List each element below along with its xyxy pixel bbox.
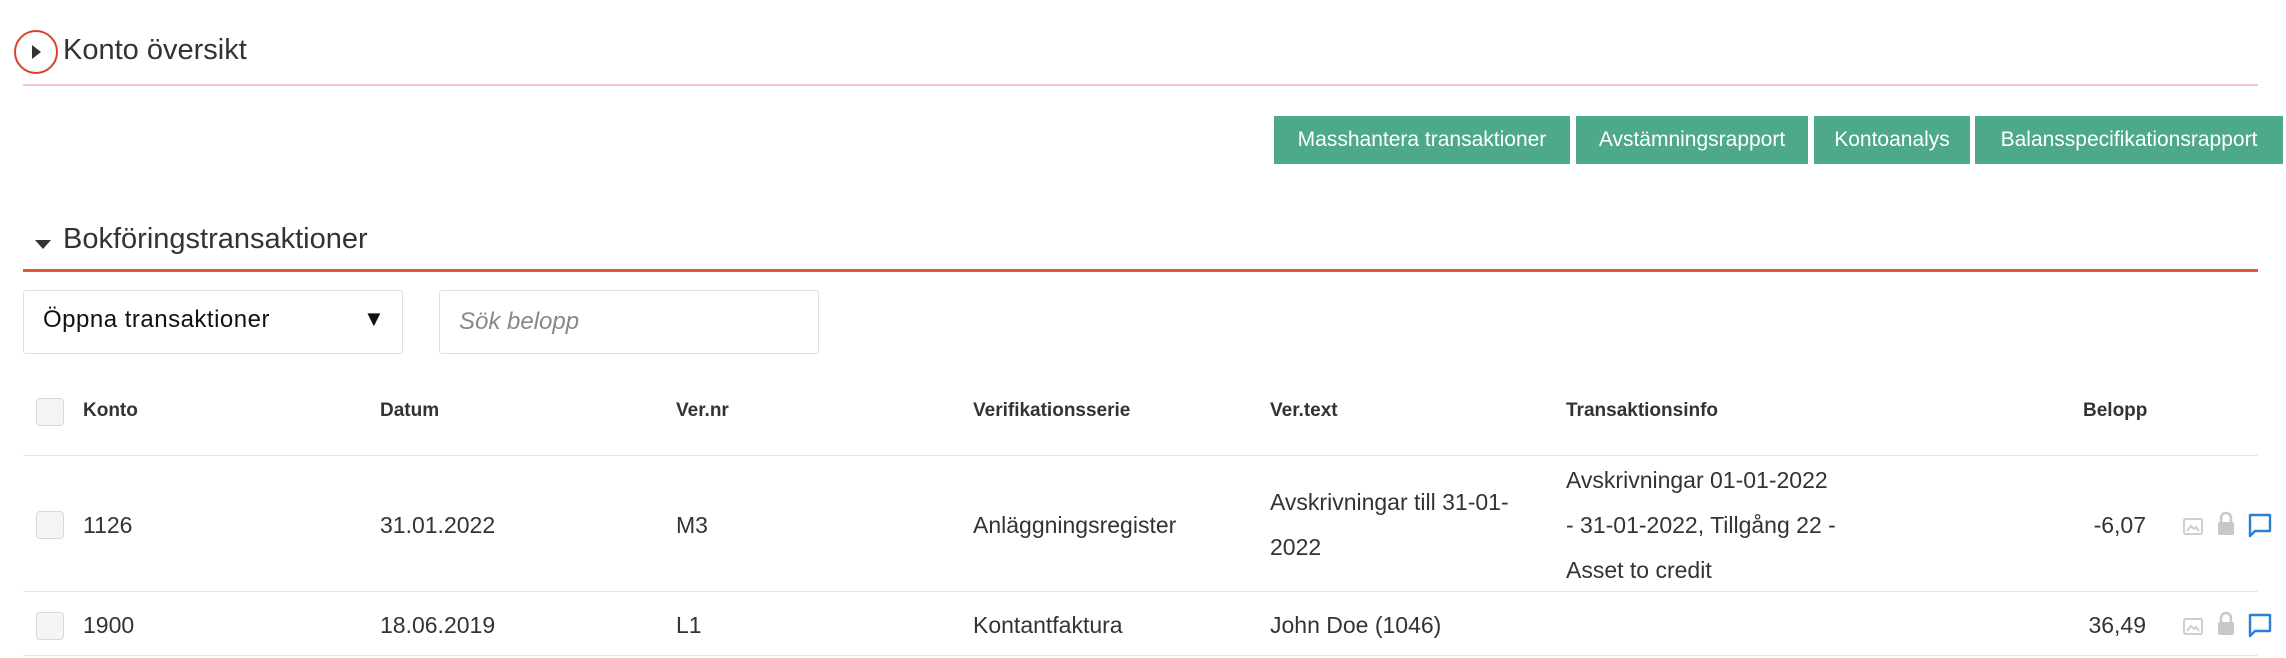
overview-toggle[interactable] bbox=[14, 30, 58, 74]
cell-vertext-line: 2022 bbox=[1270, 534, 1322, 560]
dropdown-arrow-icon: ▼ bbox=[363, 306, 385, 331]
row-checkbox[interactable] bbox=[36, 511, 64, 539]
cell-info-line: Asset to credit bbox=[1566, 557, 1712, 583]
cell-series: Anläggningsregister bbox=[973, 512, 1177, 538]
cell-amount: -6,07 bbox=[2093, 512, 2146, 538]
image-icon[interactable] bbox=[2181, 514, 2205, 538]
cell-vertext: Avskrivningar till 31-01- 2022 bbox=[1270, 480, 1509, 570]
cell-vertext-line: Avskrivningar till 31-01- bbox=[1270, 489, 1509, 515]
comment-icon[interactable] bbox=[2247, 512, 2273, 538]
cell-account: 1900 bbox=[83, 612, 135, 638]
cell-info-line: - 31-01-2022, Tillgång 22 - bbox=[1566, 512, 1836, 538]
table-row-divider bbox=[23, 655, 2258, 656]
amount-search-input[interactable] bbox=[439, 290, 819, 354]
overview-title: Konto översikt bbox=[63, 34, 247, 66]
image-icon[interactable] bbox=[2181, 614, 2205, 638]
column-header-vertext[interactable]: Ver.text bbox=[1270, 400, 1338, 422]
select-all-checkbox[interactable] bbox=[36, 398, 64, 426]
transactions-divider bbox=[23, 269, 2258, 272]
account-analysis-button[interactable]: Kontoanalys bbox=[1814, 116, 1970, 164]
column-header-series[interactable]: Verifikationsserie bbox=[973, 400, 1130, 422]
row-checkbox[interactable] bbox=[36, 612, 64, 640]
reconciliation-report-button[interactable]: Avstämningsrapport bbox=[1576, 116, 1808, 164]
cell-series: Kontantfaktura bbox=[973, 612, 1123, 638]
column-header-account[interactable]: Konto bbox=[83, 400, 138, 422]
cell-account: 1126 bbox=[83, 512, 133, 538]
cell-vertext: John Doe (1046) bbox=[1270, 612, 1442, 638]
column-header-info[interactable]: Transaktionsinfo bbox=[1566, 400, 1718, 422]
overview-divider bbox=[23, 84, 2258, 86]
cell-date: 31.01.2022 bbox=[380, 512, 496, 538]
cell-vernr: M3 bbox=[676, 512, 708, 538]
column-header-vernr[interactable]: Ver.nr bbox=[676, 400, 729, 422]
cell-vernr: L1 bbox=[676, 612, 702, 638]
comment-icon[interactable] bbox=[2247, 612, 2273, 638]
table-row-divider bbox=[23, 591, 2258, 592]
cell-info-line: Avskrivningar 01-01-2022 bbox=[1566, 467, 1828, 493]
transactions-toggle[interactable] bbox=[34, 237, 52, 255]
cell-date: 18.06.2019 bbox=[380, 612, 496, 638]
cell-info: Avskrivningar 01-01-2022 - 31-01-2022, T… bbox=[1566, 458, 1836, 593]
cell-amount: 36,49 bbox=[2088, 612, 2146, 638]
column-header-date[interactable]: Datum bbox=[380, 400, 439, 422]
lock-icon[interactable] bbox=[2215, 511, 2237, 537]
caret-right-icon bbox=[32, 45, 41, 59]
table-header-divider bbox=[23, 455, 2258, 456]
transactions-title: Bokföringstransaktioner bbox=[63, 223, 368, 255]
balance-spec-report-button[interactable]: Balansspecifikationsrapport bbox=[1975, 116, 2283, 164]
transaction-filter-value: Öppna transaktioner bbox=[43, 306, 270, 333]
caret-down-icon bbox=[35, 240, 51, 249]
lock-icon[interactable] bbox=[2215, 611, 2237, 637]
column-header-amount[interactable]: Belopp bbox=[2083, 400, 2147, 422]
mass-transactions-button[interactable]: Masshantera transaktioner bbox=[1274, 116, 1570, 164]
